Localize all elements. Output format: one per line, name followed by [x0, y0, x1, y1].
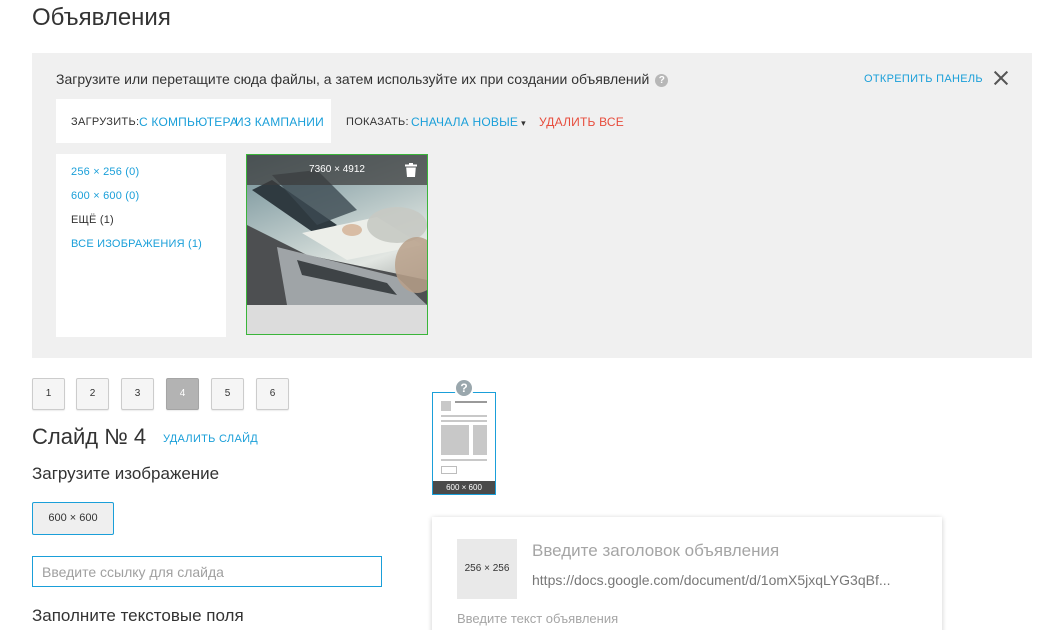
caret-down-icon: ▾ — [521, 118, 526, 128]
upload-panel: Загрузите или перетащите сюда файлы, а з… — [32, 53, 1032, 358]
mini-avatar — [441, 401, 451, 411]
thumbnail-toolbar: 7360 × 4912 — [247, 155, 427, 185]
delete-all-link[interactable]: УДАЛИТЬ ВСЕ — [539, 115, 624, 129]
panel-description-text: Загрузите или перетащите сюда файлы, а з… — [56, 71, 650, 87]
panel-description: Загрузите или перетащите сюда файлы, а з… — [56, 71, 669, 87]
mini-image — [473, 425, 487, 455]
slide-link-input[interactable] — [32, 556, 382, 587]
mini-line — [455, 401, 487, 403]
sort-dropdown[interactable]: СНАЧАЛА НОВЫЕ ▾ — [411, 115, 526, 129]
upload-label: ЗАГРУЗИТЬ: — [71, 116, 140, 128]
trash-icon[interactable] — [405, 163, 417, 177]
slide-title: Слайд № 4 — [32, 424, 147, 449]
image-filter-list: 256 × 256 (0) 600 × 600 (0) ЕЩЁ (1) ВСЕ … — [56, 154, 226, 337]
ad-image-placeholder: 256 × 256 — [457, 539, 517, 599]
filter-all-images[interactable]: ВСЕ ИЗОБРАЖЕНИЯ (1) — [71, 238, 202, 250]
image-size-button[interactable]: 600 × 600 — [32, 502, 114, 535]
mini-line — [441, 415, 487, 417]
mini-line — [441, 420, 487, 422]
slide-tab-5[interactable]: 5 — [211, 378, 244, 410]
slide-tab-1[interactable]: 1 — [32, 378, 65, 410]
close-icon[interactable] — [990, 67, 1012, 89]
upload-from-computer-link[interactable]: С КОМПЬЮТЕРА — [139, 115, 238, 129]
filter-600[interactable]: 600 × 600 (0) — [71, 190, 139, 202]
mini-image — [441, 425, 469, 455]
question-icon[interactable]: ? — [454, 378, 474, 398]
upload-image-heading: Загрузите изображение — [32, 464, 220, 483]
slide-tab-6[interactable]: 6 — [256, 378, 289, 410]
help-icon[interactable]: ? — [655, 74, 669, 87]
ad-title-placeholder[interactable]: Введите заголовок объявления — [532, 541, 779, 561]
ad-preview-card: 256 × 256 Введите заголовок объявления h… — [432, 517, 942, 630]
page-title: Объявления — [32, 4, 171, 31]
fill-text-fields-heading: Заполните текстовые поля — [32, 606, 244, 625]
unpin-panel-link[interactable]: ОТКРЕПИТЬ ПАНЕЛЬ — [864, 73, 983, 85]
image-dimensions: 7360 × 4912 — [309, 164, 365, 175]
slide-tab-4[interactable]: 4 — [166, 378, 199, 410]
filter-more: ЕЩЁ (1) — [71, 214, 114, 226]
upload-from-campaign-link[interactable]: ИЗ КАМПАНИИ — [235, 115, 324, 129]
sort-value: СНАЧАЛА НОВЫЕ — [411, 115, 519, 129]
slide-tab-2[interactable]: 2 — [76, 378, 109, 410]
delete-slide-link[interactable]: УДАЛИТЬ СЛАЙД — [163, 433, 258, 445]
slide-tab-3[interactable]: 3 — [121, 378, 154, 410]
image-thumbnail[interactable]: 7360 × 4912 — [246, 154, 428, 335]
filter-256[interactable]: 256 × 256 (0) — [71, 166, 139, 178]
mini-button — [441, 466, 457, 474]
ad-url: https://docs.google.com/document/d/1omX5… — [532, 572, 891, 588]
ad-format-preview[interactable]: 600 × 600 — [432, 392, 496, 495]
ad-text-placeholder[interactable]: Введите текст объявления — [457, 611, 618, 626]
show-label: ПОКАЗАТЬ: — [346, 116, 409, 128]
mini-size-label: 600 × 600 — [433, 481, 495, 494]
mini-line — [441, 459, 487, 461]
